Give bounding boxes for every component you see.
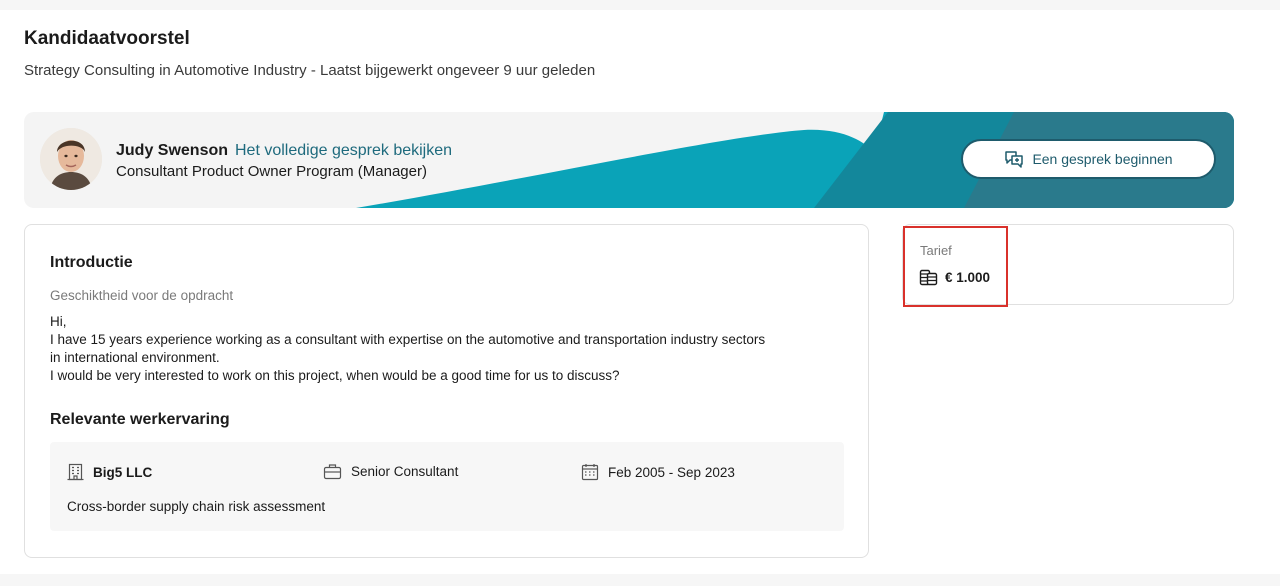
intro-line: in international environment. (50, 350, 220, 365)
chat-add-icon (1004, 150, 1024, 168)
rate-amount: € 1.000 (945, 270, 991, 285)
fit-label: Geschiktheid voor de opdracht (50, 288, 234, 303)
intro-line: Hi, (50, 314, 67, 329)
page-subtitle: Strategy Consulting in Automotive Indust… (24, 62, 596, 79)
view-full-conversation-link[interactable]: Het volledige gesprek bekijken (235, 142, 452, 160)
bottom-strip (0, 574, 1280, 586)
experience-heading: Relevante werkervaring (50, 411, 230, 428)
experience-company: Big5 LLC (67, 463, 152, 481)
rate-value: € 1.000 (919, 269, 990, 286)
candidate-banner: Judy Swenson Het volledige gesprek bekij… (24, 112, 1234, 208)
candidate-name: Judy Swenson (116, 142, 229, 159)
coins-icon (919, 269, 938, 286)
briefcase-icon (323, 463, 342, 480)
experience-dates: Feb 2005 - Sep 2023 (581, 463, 735, 481)
start-conversation-button[interactable]: Een gesprek beginnen (961, 139, 1216, 179)
introduction-card: Introductie Geschiktheid voor de opdrach… (24, 224, 869, 558)
calendar-icon (581, 463, 599, 481)
building-icon (67, 463, 84, 481)
rate-label: Tarief (920, 243, 952, 258)
intro-line: I have 15 years experience working as a … (50, 332, 766, 347)
introduction-text: Hi, I have 15 years experience working a… (50, 313, 850, 385)
experience-item: Big5 LLC Senior Consultant Feb 2005 - Se… (50, 442, 844, 531)
candidate-avatar (40, 128, 102, 190)
role-title: Senior Consultant (351, 464, 459, 479)
intro-line: I would be very interested to work on th… (50, 368, 620, 383)
date-range: Feb 2005 - Sep 2023 (608, 464, 735, 480)
experience-role: Senior Consultant (323, 463, 458, 480)
experience-description: Cross-border supply chain risk assessmen… (67, 499, 326, 514)
candidate-role: Consultant Product Owner Program (Manage… (116, 163, 427, 180)
introduction-heading: Introductie (50, 254, 133, 271)
start-conversation-label: Een gesprek beginnen (1032, 151, 1173, 167)
rate-card: Tarief € 1.000 (902, 224, 1234, 305)
page-title: Kandidaatvoorstel (24, 28, 190, 49)
top-strip (0, 0, 1280, 10)
company-name: Big5 LLC (93, 464, 153, 480)
